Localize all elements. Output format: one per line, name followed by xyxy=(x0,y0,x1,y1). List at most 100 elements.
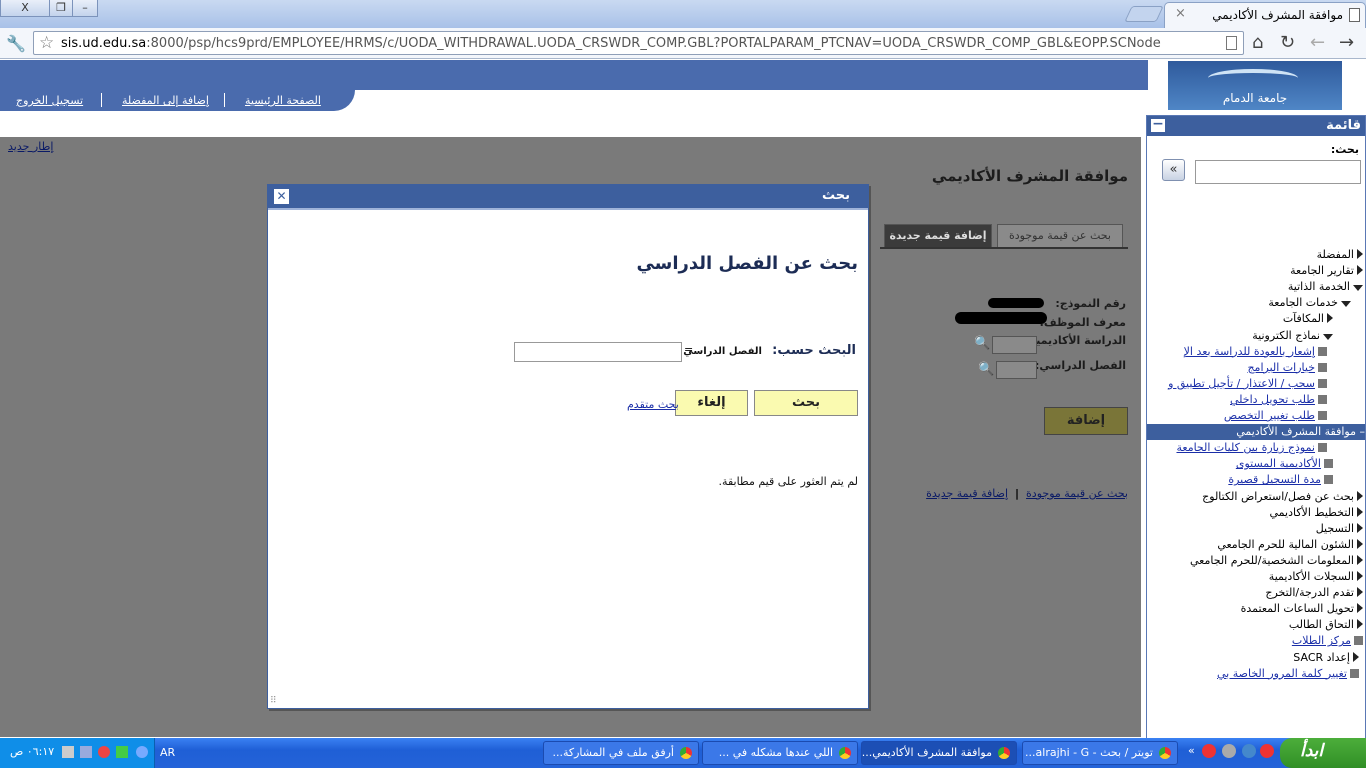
redacted-mark xyxy=(955,312,1047,324)
term-search-input[interactable] xyxy=(514,342,682,362)
search-dialog: بحث ✕ بحث عن الفصل الدراسي البحث حسب: ال… xyxy=(267,184,869,709)
lookup-icon[interactable]: 🔍 xyxy=(978,362,994,377)
menu-item[interactable]: الخدمة الذاتية xyxy=(1288,279,1363,295)
menu-item-label: الشئون المالية للحرم الجامعي xyxy=(1217,537,1354,551)
collapsed-arrow-icon xyxy=(1357,587,1363,598)
add-button[interactable]: إضافة xyxy=(1044,407,1128,435)
forward-icon[interactable]: ← xyxy=(1310,32,1325,53)
menu-item[interactable]: خيارات البرامج xyxy=(1247,360,1327,376)
menu-item-label: بحث عن فصل/استعراض الكتالوج xyxy=(1202,489,1354,503)
window-minimize-button[interactable]: – xyxy=(72,0,98,17)
search-button[interactable]: بحث xyxy=(754,390,858,416)
taskbar-button[interactable]: موافقة المشرف الأكاديمي... xyxy=(861,741,1017,765)
menu-item[interactable]: المفضلة xyxy=(1317,247,1363,263)
menu-item[interactable]: المكافآت xyxy=(1283,311,1333,327)
address-bar[interactable]: ☆ sis.ud.edu.sa:8000/psp/hcs9prd/EMPLOYE… xyxy=(33,31,1244,55)
menu-item[interactable]: تحويل الساعات المعتمدة xyxy=(1241,601,1363,617)
redacted-mark xyxy=(988,298,1044,308)
logout-link[interactable]: تسجيل الخروج xyxy=(16,94,83,107)
menu-item[interactable]: سحب / الاعتذار / تأجيل تطبيق و xyxy=(1168,376,1327,392)
taskbar-button[interactable]: أرفق ملف في المشاركة... xyxy=(543,741,699,765)
browser-tab[interactable]: × موافقة المشرف الأكاديمي xyxy=(1164,2,1366,28)
security-icon[interactable] xyxy=(98,746,110,758)
menu-item[interactable]: مركز الطلاب xyxy=(1292,633,1363,649)
add-new-link[interactable]: إضافة قيمة جديدة xyxy=(926,487,1008,500)
chrome-icon[interactable] xyxy=(1260,744,1274,758)
expand-icon[interactable]: « xyxy=(1188,744,1195,757)
add-favorites-link[interactable]: إضافة إلى المفضلة xyxy=(122,94,209,107)
menu-item[interactable]: – موافقة المشرف الأكاديمي xyxy=(1147,424,1365,441)
advanced-search-link[interactable]: بحث متقدم xyxy=(627,398,679,411)
menu-item-label: الأكاديمية المستوى xyxy=(1235,457,1321,471)
lookup-icon[interactable]: 🔍 xyxy=(974,336,990,351)
menu-item[interactable]: تقدم الدرجة/التخرج xyxy=(1265,585,1363,601)
menu-item[interactable]: الشئون المالية للحرم الجامعي xyxy=(1217,537,1363,553)
menu-item[interactable]: نموذج زيارة بين كليات الجامعة xyxy=(1176,440,1327,456)
page-content: جامعة الدمام الصفحة الرئيسية إضافة إلى ا… xyxy=(0,60,1366,768)
menu-item[interactable]: المعلومات الشخصية/للحرم الجامعي xyxy=(1190,553,1363,569)
chrome-icon[interactable] xyxy=(1202,744,1216,758)
tab-add-new[interactable]: إضافة قيمة جديدة xyxy=(884,224,992,248)
menu-item[interactable]: طلب تحويل داخلي xyxy=(1230,392,1327,408)
back-icon[interactable]: → xyxy=(1339,32,1354,53)
menu-item[interactable]: طلب تغيير التخصص xyxy=(1224,408,1327,424)
url-text[interactable]: sis.ud.edu.sa:8000/psp/hcs9prd/EMPLOYEE/… xyxy=(61,36,1221,51)
menu-item[interactable]: السجلات الأكاديمية xyxy=(1269,569,1363,585)
settings-icon[interactable] xyxy=(1222,744,1236,758)
window-maximize-button[interactable]: ❐ xyxy=(49,0,73,17)
close-icon[interactable]: ✕ xyxy=(274,189,289,204)
menu-search-input[interactable] xyxy=(1195,160,1361,184)
tab-close-icon[interactable]: × xyxy=(1175,6,1186,21)
start-button[interactable]: ابدأ xyxy=(1280,738,1366,768)
language-indicator[interactable]: AR xyxy=(160,746,175,759)
menu-item-label: إعداد SACR xyxy=(1293,650,1350,664)
home-link[interactable]: الصفحة الرئيسية xyxy=(245,94,321,107)
taskbar-button-label: موافقة المشرف الأكاديمي... xyxy=(861,746,992,759)
menu-item[interactable]: تقارير الجامعة xyxy=(1290,263,1363,279)
menu-item-label: نموذج زيارة بين كليات الجامعة xyxy=(1176,441,1315,455)
cancel-button[interactable]: إلغاء xyxy=(675,390,748,416)
window-close-button[interactable]: X xyxy=(0,0,50,17)
home-icon[interactable]: ⌂ xyxy=(1252,32,1263,53)
menu-item[interactable]: إعداد SACR xyxy=(1293,650,1359,666)
header-links: الصفحة الرئيسية إضافة إلى المفضلة تسجيل … xyxy=(0,90,355,111)
collapse-icon[interactable]: − xyxy=(1151,117,1165,132)
menu-item[interactable]: تغيير كلمة المرور الخاصة بي xyxy=(1217,666,1359,682)
arrow-icon[interactable] xyxy=(136,746,148,758)
bookmark-star-icon[interactable]: ☆ xyxy=(39,33,54,53)
taskbar-button-label: تويتر / بحث - alrajhi - G... xyxy=(1025,746,1153,759)
wrench-icon[interactable]: 🔧 xyxy=(6,34,26,53)
taskbar-button[interactable]: اللي عندها مشكله في ... xyxy=(702,741,858,765)
menu-item[interactable]: التخطيط الأكاديمي xyxy=(1269,505,1363,521)
menu-item[interactable]: بحث عن فصل/استعراض الكتالوج xyxy=(1202,489,1363,505)
page-icon xyxy=(1318,394,1327,404)
menu-search-go-icon[interactable]: « xyxy=(1162,159,1185,181)
collapsed-arrow-icon xyxy=(1357,522,1363,533)
employee-id-label: معرف الموظف: xyxy=(1039,316,1126,329)
menu-item[interactable]: مدة التسجيل قصيرة xyxy=(1228,472,1333,488)
academic-career-input[interactable] xyxy=(992,336,1037,354)
resize-grip-icon[interactable]: ⠿ xyxy=(270,696,277,706)
tab-find-existing[interactable]: بحث عن قيمة موجودة xyxy=(997,224,1123,248)
menu-search-label: بحث: xyxy=(1330,143,1359,156)
taskbar-button[interactable]: تويتر / بحث - alrajhi - G... xyxy=(1022,741,1178,765)
menu-item[interactable]: إشعار بالعودة للدراسة بعد الإ xyxy=(1184,344,1327,360)
term-input[interactable] xyxy=(996,361,1037,379)
bluetooth-icon[interactable] xyxy=(116,746,128,758)
new-window-link[interactable]: إطار جديد xyxy=(8,140,53,153)
ie-icon[interactable] xyxy=(1242,744,1256,758)
clock[interactable]: ٠٦:١٧ ص xyxy=(10,745,54,758)
page-action-icon[interactable] xyxy=(1226,36,1237,50)
menu-item[interactable]: التسجيل xyxy=(1316,521,1363,537)
menu-item[interactable]: الأكاديمية المستوى xyxy=(1236,456,1333,472)
menu-item[interactable]: نماذج الكترونية xyxy=(1252,328,1333,344)
menu-item[interactable]: التحاق الطالب xyxy=(1289,617,1363,633)
monitor-icon[interactable] xyxy=(62,746,74,758)
new-tab-button[interactable] xyxy=(1124,6,1164,22)
network-icon[interactable] xyxy=(80,746,92,758)
menu-item-label: التخطيط الأكاديمي xyxy=(1269,505,1354,519)
menu-item[interactable]: خدمات الجامعة xyxy=(1268,295,1351,311)
term-field-label: الفصل الدراسي xyxy=(683,346,762,357)
find-existing-link[interactable]: بحث عن قيمة موجودة xyxy=(1026,487,1128,500)
reload-icon[interactable]: ↻ xyxy=(1280,32,1295,53)
